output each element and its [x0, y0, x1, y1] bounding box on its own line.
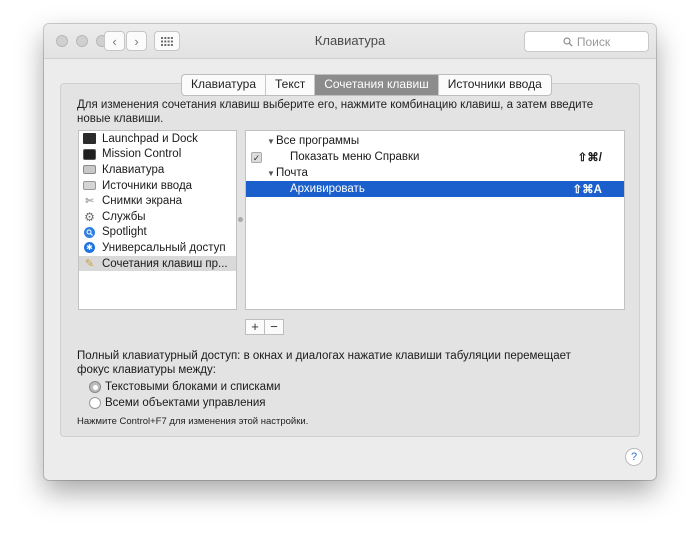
tab-text[interactable]: Текст: [266, 75, 316, 95]
category-label: Клавиатура: [102, 163, 165, 176]
keyboard-icon: [83, 165, 96, 175]
tab-bar: Клавиатура Текст Сочетания клавиш Источн…: [181, 74, 552, 96]
search-placeholder: Поиск: [576, 34, 611, 49]
radio-label: Текстовыми блоками и списками: [105, 381, 281, 393]
instructions-text: Для изменения сочетания клавиш выберите …: [77, 99, 594, 125]
tab-shortcuts[interactable]: Сочетания клавиш: [315, 75, 439, 95]
remove-shortcut-button[interactable]: −: [264, 319, 284, 335]
add-shortcut-button[interactable]: +: [245, 319, 265, 335]
category-input-sources[interactable]: Источники ввода: [79, 178, 236, 194]
category-label: Launchpad и Dock: [102, 132, 198, 145]
radio-button[interactable]: [89, 397, 101, 409]
shortcut-keys[interactable]: ⇧⌘A: [573, 182, 602, 196]
disclosure-triangle-icon: ▼: [267, 136, 275, 146]
radio-button-selected[interactable]: [89, 381, 101, 393]
shortcuts-list: ▼ Все программы ✓ Показать меню Справки …: [245, 130, 625, 310]
disclosure-triangle-icon: ▼: [267, 168, 275, 178]
category-app-shortcuts[interactable]: ✎ Сочетания клавиш пр...: [79, 255, 236, 272]
tab-input-sources[interactable]: Источники ввода: [439, 75, 551, 95]
category-label: Службы: [102, 210, 146, 223]
shortcut-row[interactable]: ✓ Показать меню Справки ⇧⌘/: [246, 149, 624, 165]
group-label: Все программы: [276, 135, 360, 147]
category-label: Снимки экрана: [102, 195, 183, 208]
group-all-apps[interactable]: ▼ Все программы: [246, 133, 624, 149]
search-field[interactable]: Поиск: [524, 31, 649, 52]
question-mark-icon: ?: [630, 451, 638, 463]
search-icon: [563, 36, 573, 47]
help-button[interactable]: ?: [625, 448, 643, 466]
category-label: Mission Control: [102, 148, 182, 161]
group-mail[interactable]: ▼ Почта: [246, 165, 624, 181]
group-label: Почта: [276, 167, 308, 179]
title-bar: ‹ › Клавиатура Поиск: [44, 24, 656, 59]
category-screenshots[interactable]: ✄ Снимки экрана: [79, 193, 236, 209]
category-accessibility[interactable]: ✱ Универсальный доступ: [79, 240, 236, 256]
category-label: Сочетания клавиш пр...: [102, 257, 228, 270]
spotlight-icon: [84, 226, 95, 238]
keyboard-access-text: Полный клавиатурный доступ: в окнах и ди…: [77, 350, 571, 376]
app-shortcuts-icon: ✎: [84, 258, 95, 271]
preferences-window: ‹ › Клавиатура Поиск Клавиатура Текст Со…: [44, 24, 656, 480]
category-launchpad-dock[interactable]: Launchpad и Dock: [79, 131, 236, 147]
category-list: Launchpad и Dock Mission Control Клавиат…: [78, 130, 237, 310]
radio-text-boxes[interactable]: Текстовыми блоками и списками: [89, 381, 280, 393]
category-spotlight[interactable]: Spotlight: [79, 225, 236, 241]
category-label: Источники ввода: [102, 179, 193, 192]
split-handle[interactable]: [238, 217, 243, 222]
mission-control-icon: [83, 148, 96, 160]
tab-keyboard[interactable]: Клавиатура: [182, 75, 266, 95]
input-sources-icon: [83, 181, 96, 191]
screenshot-icon: ✄: [85, 195, 94, 207]
category-label: Spotlight: [102, 226, 147, 239]
services-icon: ⚙: [84, 209, 95, 224]
radio-label: Всеми объектами управления: [105, 397, 266, 409]
enabled-checkbox[interactable]: ✓: [251, 151, 262, 163]
launchpad-dock-icon: [83, 133, 96, 145]
shortcut-label: Архивировать: [290, 183, 365, 195]
category-keyboard[interactable]: Клавиатура: [79, 162, 236, 178]
category-services[interactable]: ⚙ Службы: [79, 209, 236, 225]
shortcut-row-selected[interactable]: Архивировать ⇧⌘A: [246, 181, 624, 197]
shortcut-label: Показать меню Справки: [290, 151, 420, 163]
category-label: Универсальный доступ: [102, 241, 226, 254]
category-mission-control[interactable]: Mission Control: [79, 147, 236, 163]
shortcut-keys[interactable]: ⇧⌘/: [578, 150, 602, 164]
accessibility-icon: ✱: [84, 242, 95, 254]
hint-text: Нажмите Control+F7 для изменения этой на…: [77, 416, 309, 427]
radio-all-controls[interactable]: Всеми объектами управления: [89, 397, 265, 409]
